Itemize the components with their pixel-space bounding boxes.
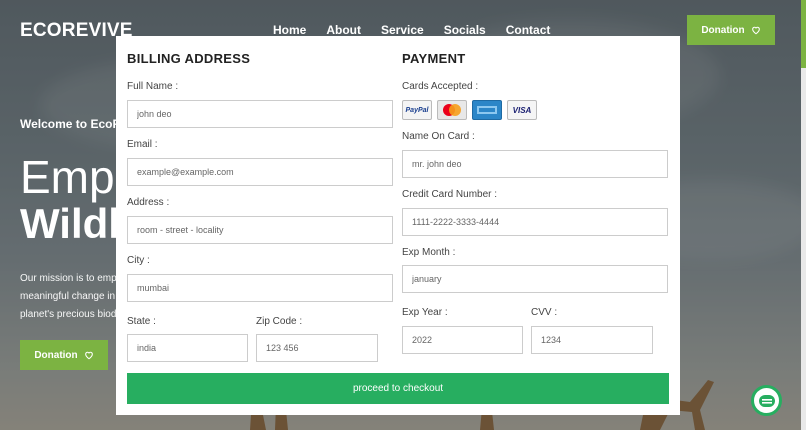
accepted-cards: PayPal VISA <box>402 100 537 120</box>
email-input[interactable] <box>127 158 393 186</box>
email-label: Email : <box>127 139 158 150</box>
mastercard-icon <box>437 100 467 120</box>
address-label: Address : <box>127 197 170 208</box>
nav-link-home[interactable]: Home <box>273 23 306 37</box>
hero-title-line2: Wildl <box>20 200 120 247</box>
billing-title: BILLING ADDRESS <box>127 51 251 66</box>
nav-link-contact[interactable]: Contact <box>506 23 551 37</box>
nav-link-service[interactable]: Service <box>381 23 424 37</box>
exp-year-label: Exp Year : <box>402 307 448 318</box>
card-number-input[interactable] <box>402 208 668 236</box>
main-nav: Home About Service Socials Contact <box>273 23 550 37</box>
cvv-input[interactable] <box>531 326 653 354</box>
exp-month-input[interactable] <box>402 265 668 293</box>
full-name-input[interactable] <box>127 100 393 128</box>
nav-link-about[interactable]: About <box>326 23 361 37</box>
card-number-label: Credit Card Number : <box>402 189 498 200</box>
address-input[interactable] <box>127 216 393 244</box>
checkout-modal: BILLING ADDRESS Full Name : Email : Addr… <box>116 36 680 415</box>
name-on-card-input[interactable] <box>402 150 668 178</box>
cvv-label: CVV : <box>531 307 558 318</box>
state-input[interactable] <box>127 334 248 362</box>
zip-code-input[interactable] <box>256 334 378 362</box>
exp-year-input[interactable] <box>402 326 523 354</box>
paypal-card-label: PayPal <box>405 106 429 114</box>
heart-icon <box>751 26 760 35</box>
nav-link-socials[interactable]: Socials <box>444 23 486 37</box>
scrollbar-thumb[interactable] <box>801 0 806 68</box>
hero-donation-button[interactable]: Donation <box>20 340 108 370</box>
visa-card-label: VISA <box>512 105 532 115</box>
chat-button[interactable] <box>751 385 782 416</box>
nav-donation-button[interactable]: Donation <box>687 15 775 45</box>
heart-icon <box>84 351 93 360</box>
proceed-to-checkout-button[interactable]: proceed to checkout <box>127 373 669 404</box>
cards-accepted-label: Cards Accepted : <box>402 81 479 92</box>
name-on-card-label: Name On Card : <box>402 131 475 142</box>
payment-title: PAYMENT <box>402 51 466 66</box>
visa-icon: VISA <box>507 100 537 120</box>
paypal-icon: PayPal <box>402 100 432 120</box>
zip-code-label: Zip Code : <box>256 316 303 327</box>
hero-welcome-text: Welcome to EcoR <box>20 117 122 131</box>
exp-month-label: Exp Month : <box>402 247 456 258</box>
hero-donation-label: Donation <box>34 349 78 361</box>
full-name-label: Full Name : <box>127 81 179 92</box>
city-input[interactable] <box>127 274 393 302</box>
state-label: State : <box>127 316 156 327</box>
amex-icon <box>472 100 502 120</box>
nav-donation-label: Donation <box>701 24 745 36</box>
city-label: City : <box>127 255 150 266</box>
chat-icon <box>758 394 775 407</box>
